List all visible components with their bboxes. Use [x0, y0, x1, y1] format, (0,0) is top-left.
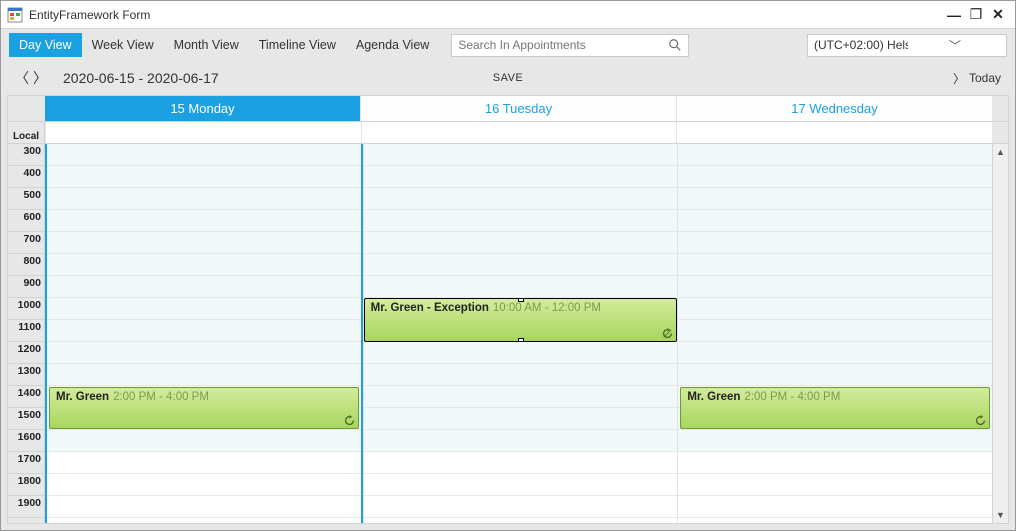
search-icon	[668, 38, 682, 52]
local-label: Local	[8, 122, 45, 143]
titlebar: EntityFramework Form — ❐ ✕	[1, 1, 1015, 29]
next-button[interactable]: 〉	[33, 68, 51, 88]
tab-agenda-view[interactable]: Agenda View	[346, 33, 439, 57]
appointment[interactable]: Mr. Green2:00 PM - 4:00 PM	[49, 387, 359, 429]
view-toolbar: Day View Week View Month View Timeline V…	[1, 29, 1015, 61]
resize-handle-top[interactable]	[518, 298, 524, 302]
today-button[interactable]: 〉 Today	[953, 70, 1001, 87]
search-box[interactable]	[451, 34, 689, 57]
allday-tue[interactable]	[361, 122, 677, 143]
day-header-tue[interactable]: 16 Tuesday	[360, 96, 676, 121]
save-button[interactable]: SAVE	[493, 72, 524, 84]
allday-mon[interactable]	[45, 122, 361, 143]
scroll-track[interactable]	[993, 160, 1008, 507]
search-input[interactable]	[458, 38, 668, 52]
tab-week-view[interactable]: Week View	[82, 33, 164, 57]
vertical-scrollbar[interactable]: ▲ ▼	[992, 144, 1008, 523]
allday-wed[interactable]	[676, 122, 992, 143]
appointment[interactable]: Mr. Green2:00 PM - 4:00 PM	[680, 387, 990, 429]
resize-handle-bottom[interactable]	[518, 338, 524, 342]
tab-day-view[interactable]: Day View	[9, 33, 82, 57]
tab-timeline-view[interactable]: Timeline View	[249, 33, 346, 57]
appointment-selected[interactable]: Mr. Green - Exception10:00 AM - 12:00 PM	[364, 298, 678, 342]
recurrence-icon	[975, 415, 986, 426]
prev-button[interactable]: 〈	[15, 68, 33, 88]
app-icon	[7, 7, 23, 23]
app-window: EntityFramework Form — ❐ ✕ Day View Week…	[0, 0, 1016, 531]
date-navbar: 〈 〉 2020-06-15 - 2020-06-17 SAVE 〉 Today	[1, 61, 1015, 95]
header-gutter	[8, 96, 45, 121]
date-range: 2020-06-15 - 2020-06-17	[63, 70, 219, 86]
tab-month-view[interactable]: Month View	[164, 33, 249, 57]
day-header-row: 15 Monday 16 Tuesday 17 Wednesday	[8, 96, 1008, 122]
window-title: EntityFramework Form	[29, 8, 943, 22]
scheduler: 15 Monday 16 Tuesday 17 Wednesday Local …	[7, 95, 1009, 524]
day-columns: Mr. Green2:00 PM - 4:00 PM Mr. Green - E…	[45, 144, 992, 523]
chevron-down-icon: ﹀	[908, 37, 1002, 54]
timezone-label: (UTC+02:00) Helsinki, Kyiv, Riga, S	[814, 38, 908, 52]
chevron-right-icon: 〉	[953, 70, 965, 87]
time-grid: 300 400 500 600 700 800 900 1000 1100 12…	[8, 144, 1008, 523]
recurrence-exception-icon	[662, 328, 673, 339]
allday-row: Local	[8, 122, 1008, 144]
scroll-up-button[interactable]: ▲	[993, 144, 1008, 160]
day-header-wed[interactable]: 17 Wednesday	[676, 96, 992, 121]
col-mon[interactable]: Mr. Green2:00 PM - 4:00 PM	[45, 144, 363, 523]
col-wed[interactable]: Mr. Green2:00 PM - 4:00 PM	[677, 144, 992, 523]
time-gutter: 300 400 500 600 700 800 900 1000 1100 12…	[8, 144, 45, 523]
maximize-button[interactable]: ❐	[965, 6, 987, 23]
col-tue[interactable]: Mr. Green - Exception10:00 AM - 12:00 PM	[363, 144, 678, 523]
scroll-down-button[interactable]: ▼	[993, 507, 1008, 523]
close-button[interactable]: ✕	[987, 6, 1009, 23]
timezone-dropdown[interactable]: (UTC+02:00) Helsinki, Kyiv, Riga, S ﹀	[807, 34, 1007, 57]
recurrence-icon	[344, 415, 355, 426]
day-header-mon[interactable]: 15 Monday	[45, 96, 360, 121]
minimize-button[interactable]: —	[943, 7, 965, 23]
